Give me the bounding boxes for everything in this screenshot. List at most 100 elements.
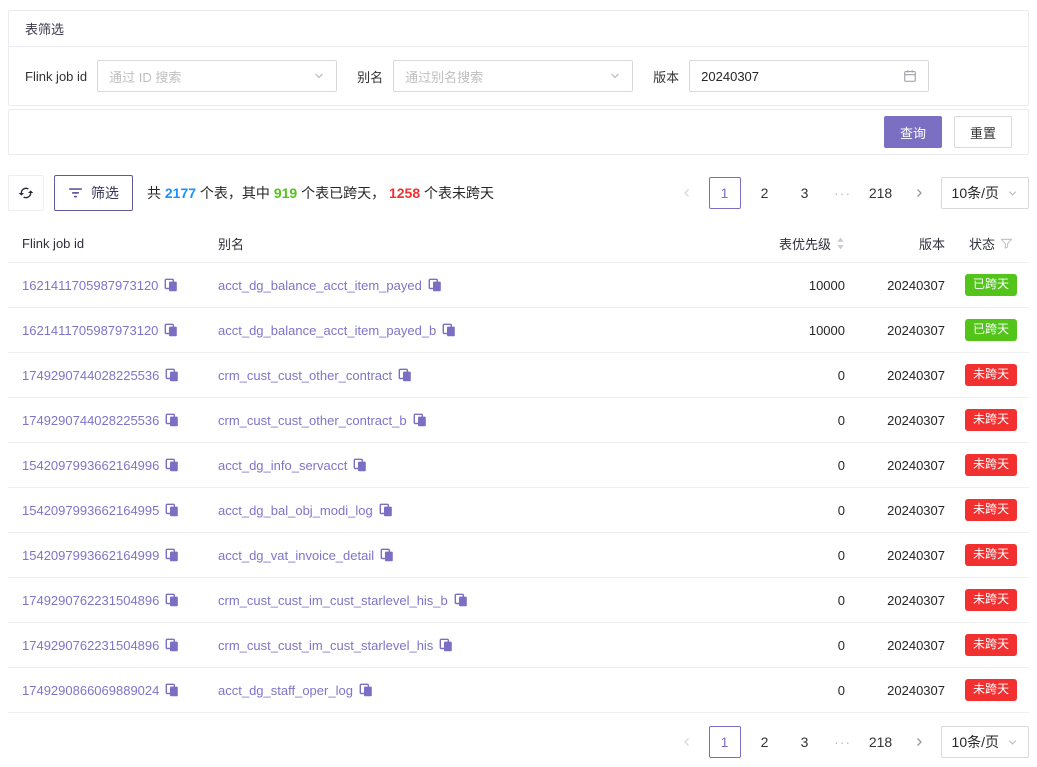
status-cell: 未跨天	[953, 589, 1029, 611]
copy-icon[interactable]	[165, 638, 179, 652]
alias-cell: acct_dg_balance_acct_item_payed_b	[204, 323, 709, 338]
job-id-link[interactable]: 1621411705987973120	[22, 323, 158, 338]
chevron-down-icon	[1007, 188, 1018, 199]
page-button-last[interactable]: 218	[865, 177, 897, 209]
sort-carets-icon[interactable]	[836, 237, 845, 250]
copy-icon[interactable]	[428, 278, 442, 292]
job-id-link[interactable]: 1749290762231504896	[22, 593, 159, 608]
version-cell: 20240307	[859, 413, 953, 428]
pages-ellipsis[interactable]: ···	[829, 734, 857, 750]
copy-icon[interactable]	[359, 683, 373, 697]
copy-icon[interactable]	[165, 683, 179, 697]
filter-row: Flink job id 通过 ID 搜索 别名 通过别名搜索	[9, 47, 1028, 105]
flink-job-id-select[interactable]: 通过 ID 搜索	[97, 60, 337, 92]
page-button-1[interactable]: 1	[709, 177, 741, 209]
alias-select[interactable]: 通过别名搜索	[393, 60, 633, 92]
priority-cell: 0	[709, 593, 859, 608]
alias-link[interactable]: acct_dg_staff_oper_log	[218, 683, 353, 698]
job-id-link[interactable]: 1542097993662164996	[22, 458, 159, 473]
copy-icon[interactable]	[165, 368, 179, 382]
status-badge: 未跨天	[965, 544, 1017, 566]
alias-link[interactable]: acct_dg_info_servacct	[218, 458, 347, 473]
refresh-button[interactable]	[8, 175, 44, 211]
copy-icon[interactable]	[379, 503, 393, 517]
alias-link[interactable]: crm_cust_cust_other_contract_b	[218, 413, 407, 428]
filter-button[interactable]: 筛选	[54, 175, 133, 211]
page-size-select[interactable]: 10条/页	[941, 177, 1029, 209]
copy-icon[interactable]	[165, 503, 179, 517]
priority-cell: 10000	[709, 323, 859, 338]
alias-link[interactable]: acct_dg_vat_invoice_detail	[218, 548, 374, 563]
page-button-3[interactable]: 3	[789, 726, 821, 758]
job-id-link[interactable]: 1749290744028225536	[22, 368, 159, 383]
alias-link[interactable]: crm_cust_cust_other_contract	[218, 368, 392, 383]
refresh-icon	[18, 185, 34, 201]
job-id-link[interactable]: 1542097993662164995	[22, 503, 159, 518]
alias-cell: acct_dg_balance_acct_item_payed	[204, 278, 709, 293]
job-id-link[interactable]: 1621411705987973120	[22, 278, 158, 293]
copy-icon[interactable]	[439, 638, 453, 652]
page-button-2[interactable]: 2	[749, 177, 781, 209]
flink-job-id-label: Flink job id	[25, 69, 87, 84]
reset-button[interactable]: 重置	[954, 116, 1012, 148]
alias-link[interactable]: crm_cust_cust_im_cust_starlevel_his_b	[218, 593, 448, 608]
page-button-last[interactable]: 218	[865, 726, 897, 758]
alias-cell: crm_cust_cust_other_contract_b	[204, 413, 709, 428]
alias-link[interactable]: acct_dg_balance_acct_item_payed_b	[218, 323, 436, 338]
alias-cell: crm_cust_cust_im_cust_starlevel_his	[204, 638, 709, 653]
copy-icon[interactable]	[165, 413, 179, 427]
copy-icon[interactable]	[164, 278, 178, 292]
page-size-value: 10条/页	[952, 183, 999, 203]
priority-header-label: 表优先级	[779, 234, 831, 253]
next-page-button[interactable]	[905, 726, 933, 758]
table-row: 1749290744028225536 crm_cust_cust_other_…	[8, 353, 1029, 398]
copy-icon[interactable]	[413, 413, 427, 427]
version-date-input[interactable]: 20240307	[689, 60, 929, 92]
filter-panel: 表筛选 Flink job id 通过 ID 搜索 别名 通过别名搜索	[8, 10, 1029, 106]
copy-icon[interactable]	[164, 323, 178, 337]
table-header: Flink job id 别名 表优先级 版本 状态	[8, 225, 1029, 263]
version-label: 版本	[653, 67, 679, 86]
alias-link[interactable]: acct_dg_bal_obj_modi_log	[218, 503, 373, 518]
page-size-select[interactable]: 10条/页	[941, 726, 1029, 758]
filter-button-label: 筛选	[91, 183, 119, 203]
page-button-2[interactable]: 2	[749, 726, 781, 758]
copy-icon[interactable]	[380, 548, 394, 562]
alias-link[interactable]: crm_cust_cust_im_cust_starlevel_his	[218, 638, 433, 653]
table-row: 1749290762231504896 crm_cust_cust_im_cus…	[8, 623, 1029, 668]
next-page-button[interactable]	[905, 177, 933, 209]
job-id-link[interactable]: 1749290744028225536	[22, 413, 159, 428]
prev-page-button[interactable]	[673, 726, 701, 758]
job-id-link[interactable]: 1749290762231504896	[22, 638, 159, 653]
page-button-3[interactable]: 3	[789, 177, 821, 209]
priority-cell: 0	[709, 368, 859, 383]
filter-funnel-icon[interactable]	[1000, 237, 1013, 250]
table-row: 1749290744028225536 crm_cust_cust_other_…	[8, 398, 1029, 443]
copy-icon[interactable]	[353, 458, 367, 472]
pages-ellipsis[interactable]: ···	[829, 185, 857, 201]
job-id-link[interactable]: 1749290866069889024	[22, 683, 159, 698]
status-badge: 未跨天	[965, 589, 1017, 611]
copy-icon[interactable]	[165, 548, 179, 562]
priority-cell: 0	[709, 548, 859, 563]
copy-icon[interactable]	[442, 323, 456, 337]
table-row: 1542097993662164999 acct_dg_vat_invoice_…	[8, 533, 1029, 578]
summary-text: 个表已跨天，	[297, 185, 389, 201]
query-button[interactable]: 查询	[884, 116, 942, 148]
alias-link[interactable]: acct_dg_balance_acct_item_payed	[218, 278, 422, 293]
alias-cell: crm_cust_cust_other_contract	[204, 368, 709, 383]
job-id-link[interactable]: 1542097993662164999	[22, 548, 159, 563]
job-id-cell: 1542097993662164995	[8, 503, 204, 518]
copy-icon[interactable]	[454, 593, 468, 607]
copy-icon[interactable]	[398, 368, 412, 382]
page-button-1[interactable]: 1	[709, 726, 741, 758]
status-cell: 未跨天	[953, 409, 1029, 431]
copy-icon[interactable]	[165, 458, 179, 472]
copy-icon[interactable]	[165, 593, 179, 607]
job-id-cell: 1621411705987973120	[8, 278, 204, 293]
chevron-down-icon	[313, 70, 325, 82]
prev-page-button[interactable]	[673, 177, 701, 209]
table-row: 1621411705987973120 acct_dg_balance_acct…	[8, 308, 1029, 353]
table-summary: 共 2177 个表，其中 919 个表已跨天， 1258 个表未跨天	[147, 183, 494, 203]
col-header-priority[interactable]: 表优先级	[709, 234, 859, 253]
